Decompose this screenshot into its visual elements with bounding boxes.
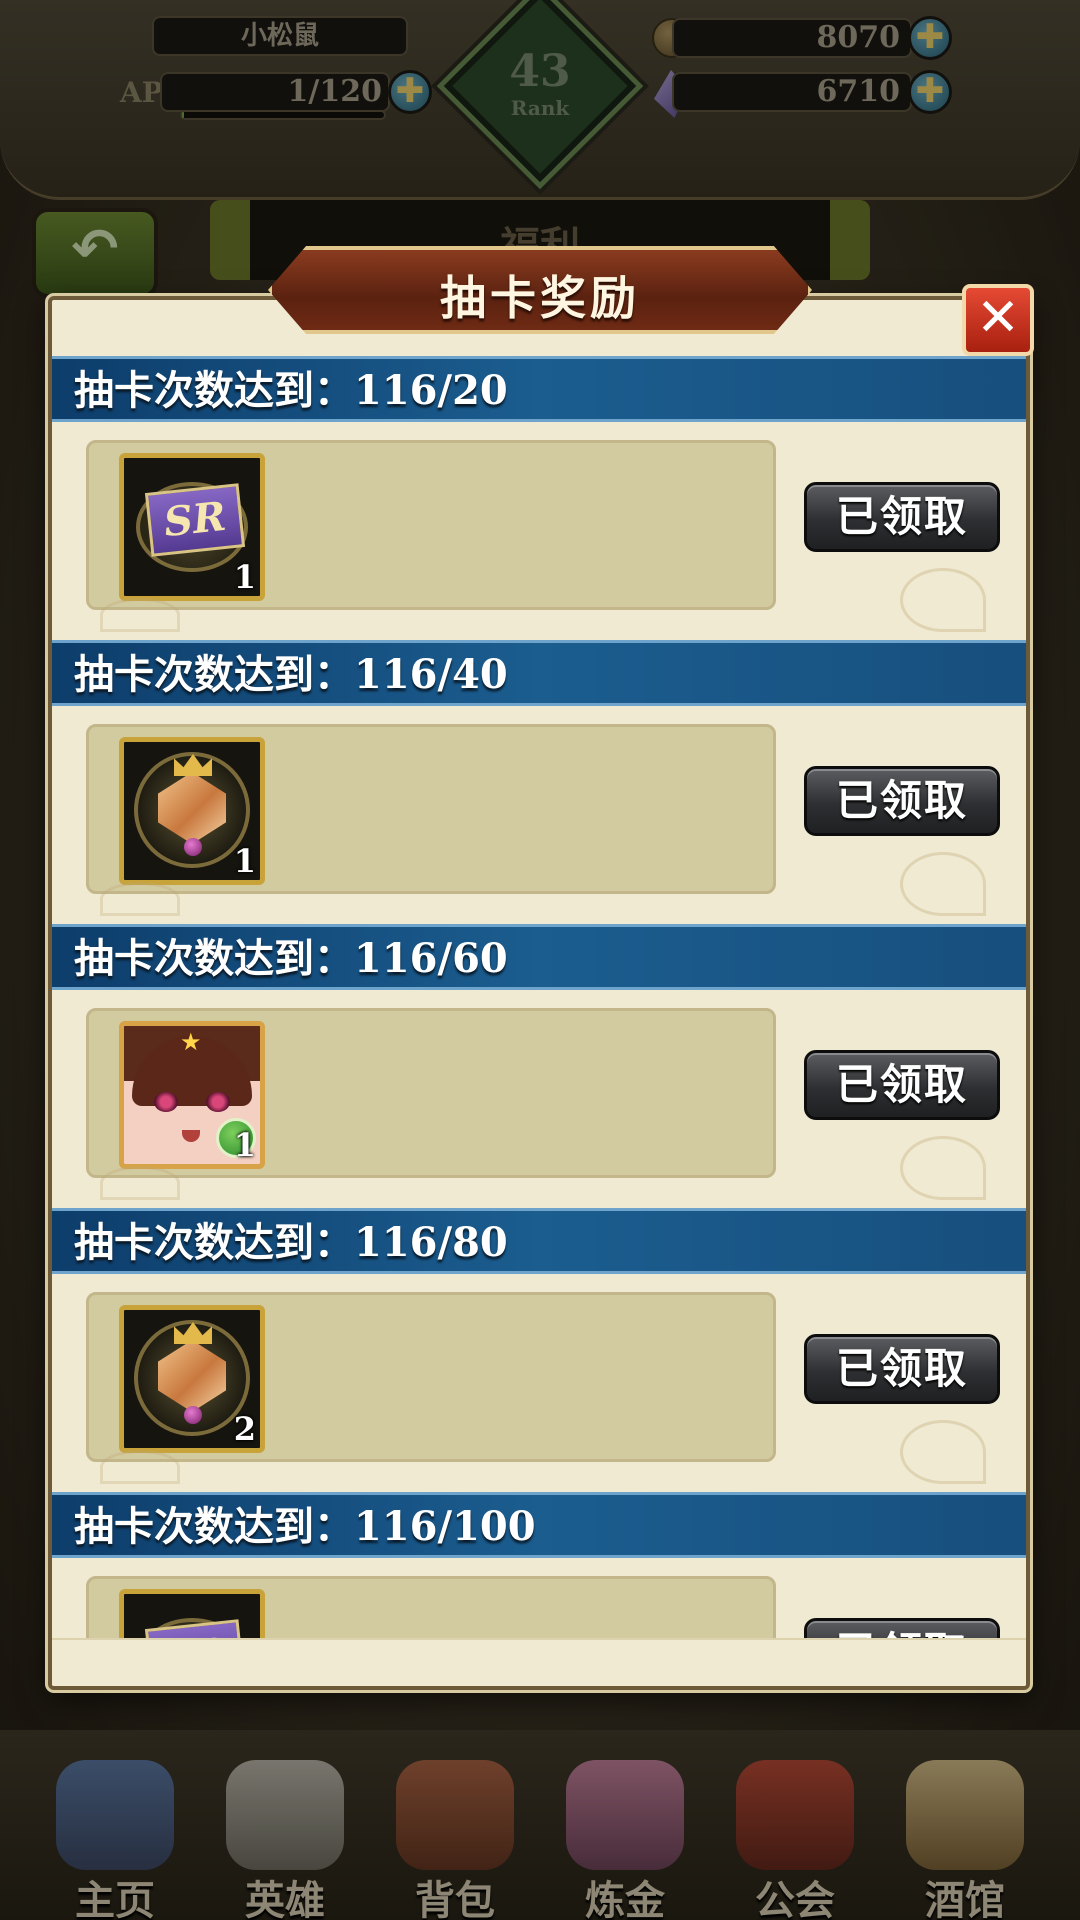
knight-helmet-icon xyxy=(226,1760,344,1870)
reward-items-box: ★ 1 xyxy=(86,1008,776,1178)
castle-icon xyxy=(56,1760,174,1870)
close-button[interactable]: ✕ xyxy=(962,284,1034,356)
reward-items-box: SR xyxy=(86,1576,776,1638)
nav-guild[interactable]: 公会 xyxy=(710,1740,880,1920)
flourish-decoration xyxy=(100,1450,180,1484)
hero-eye xyxy=(154,1092,178,1112)
reward-list[interactable]: 抽卡次数达到：116/20 SR 1 已领取 抽卡次数达到：116/40 1 已… xyxy=(52,356,1026,1638)
nav-home[interactable]: 主页 xyxy=(30,1740,200,1920)
guild-shield-icon xyxy=(736,1760,854,1870)
reward-entry-title: 抽卡次数达到：116/20 xyxy=(74,367,508,414)
reward-entry: 抽卡次数达到：116/40 1 已领取 xyxy=(52,640,1026,924)
sr-ticket-icon[interactable]: SR xyxy=(119,1589,265,1638)
sr-ticket-icon[interactable]: SR 1 xyxy=(119,453,265,601)
claimed-button[interactable]: 已领取 xyxy=(804,1618,1000,1638)
reward-entry-title: 抽卡次数达到：116/40 xyxy=(74,651,508,698)
orb-icon xyxy=(184,838,202,856)
reward-entry-header: 抽卡次数达到：116/60 xyxy=(52,924,1026,990)
orb-icon xyxy=(184,1406,202,1424)
reward-entry: 抽卡次数达到：116/20 SR 1 已领取 xyxy=(52,356,1026,640)
reward-entry-header: 抽卡次数达到：116/40 xyxy=(52,640,1026,706)
nav-label: 公会 xyxy=(755,1878,835,1920)
reward-entry: 抽卡次数达到：116/80 2 已领取 xyxy=(52,1208,1026,1492)
flourish-decoration xyxy=(900,1420,986,1484)
nav-label: 炼金 xyxy=(585,1878,665,1920)
item-count: 2 xyxy=(233,1410,256,1448)
claimed-button[interactable]: 已领取 xyxy=(804,766,1000,836)
item-count: 1 xyxy=(233,558,256,596)
reward-entry-header: 抽卡次数达到：116/20 xyxy=(52,356,1026,422)
crest-icon[interactable]: 1 xyxy=(119,737,265,885)
hero-portrait-icon[interactable]: ★ 1 xyxy=(119,1021,265,1169)
reward-entry-header: 抽卡次数达到：116/100 xyxy=(52,1492,1026,1558)
modal-title: 抽卡奖励 xyxy=(440,271,640,325)
reward-entry: 抽卡次数达到：116/100 SR 已领取 xyxy=(52,1492,1026,1638)
flourish-decoration xyxy=(100,598,180,632)
sr-card: SR xyxy=(144,483,246,557)
reward-items-box: 1 xyxy=(86,724,776,894)
reward-entry-title: 抽卡次数达到：116/80 xyxy=(74,1219,508,1266)
flourish-decoration xyxy=(900,1136,986,1200)
reward-items-box: 2 xyxy=(86,1292,776,1462)
nav-tavern[interactable]: 酒馆 xyxy=(880,1740,1050,1920)
flourish-decoration xyxy=(900,568,986,632)
nav-backpack[interactable]: 背包 xyxy=(370,1740,540,1920)
item-count: 1 xyxy=(233,842,256,880)
reward-entry: 抽卡次数达到：116/60 ★ 1 已领取 xyxy=(52,924,1026,1208)
reward-entry-header: 抽卡次数达到：116/80 xyxy=(52,1208,1026,1274)
reward-entry-title: 抽卡次数达到：116/60 xyxy=(74,935,508,982)
draw-reward-modal: 抽卡次数达到：116/20 SR 1 已领取 抽卡次数达到：116/40 1 已… xyxy=(48,296,1030,1690)
potion-icon xyxy=(566,1760,684,1870)
item-count: 1 xyxy=(233,1126,256,1164)
nav-label: 背包 xyxy=(415,1878,495,1920)
bottom-nav: 主页 英雄 背包 炼金 公会 酒馆 xyxy=(0,1730,1080,1920)
reward-entry-title: 抽卡次数达到：116/100 xyxy=(74,1503,536,1550)
modal-footer-strip xyxy=(52,1638,1026,1686)
nav-alchemy[interactable]: 炼金 xyxy=(540,1740,710,1920)
nav-label: 英雄 xyxy=(245,1878,325,1920)
tavern-mug-icon xyxy=(906,1760,1024,1870)
crest-icon[interactable]: 2 xyxy=(119,1305,265,1453)
flourish-decoration xyxy=(100,882,180,916)
nav-heroes[interactable]: 英雄 xyxy=(200,1740,370,1920)
backpack-icon xyxy=(396,1760,514,1870)
claimed-button[interactable]: 已领取 xyxy=(804,1050,1000,1120)
claimed-button[interactable]: 已领取 xyxy=(804,482,1000,552)
claimed-button[interactable]: 已领取 xyxy=(804,1334,1000,1404)
hero-eye xyxy=(206,1092,230,1112)
star-icon: ★ xyxy=(180,1028,202,1056)
reward-items-box: SR 1 xyxy=(86,440,776,610)
flourish-decoration xyxy=(100,1166,180,1200)
nav-label: 酒馆 xyxy=(925,1878,1005,1920)
flourish-decoration xyxy=(900,852,986,916)
nav-label: 主页 xyxy=(75,1878,155,1920)
